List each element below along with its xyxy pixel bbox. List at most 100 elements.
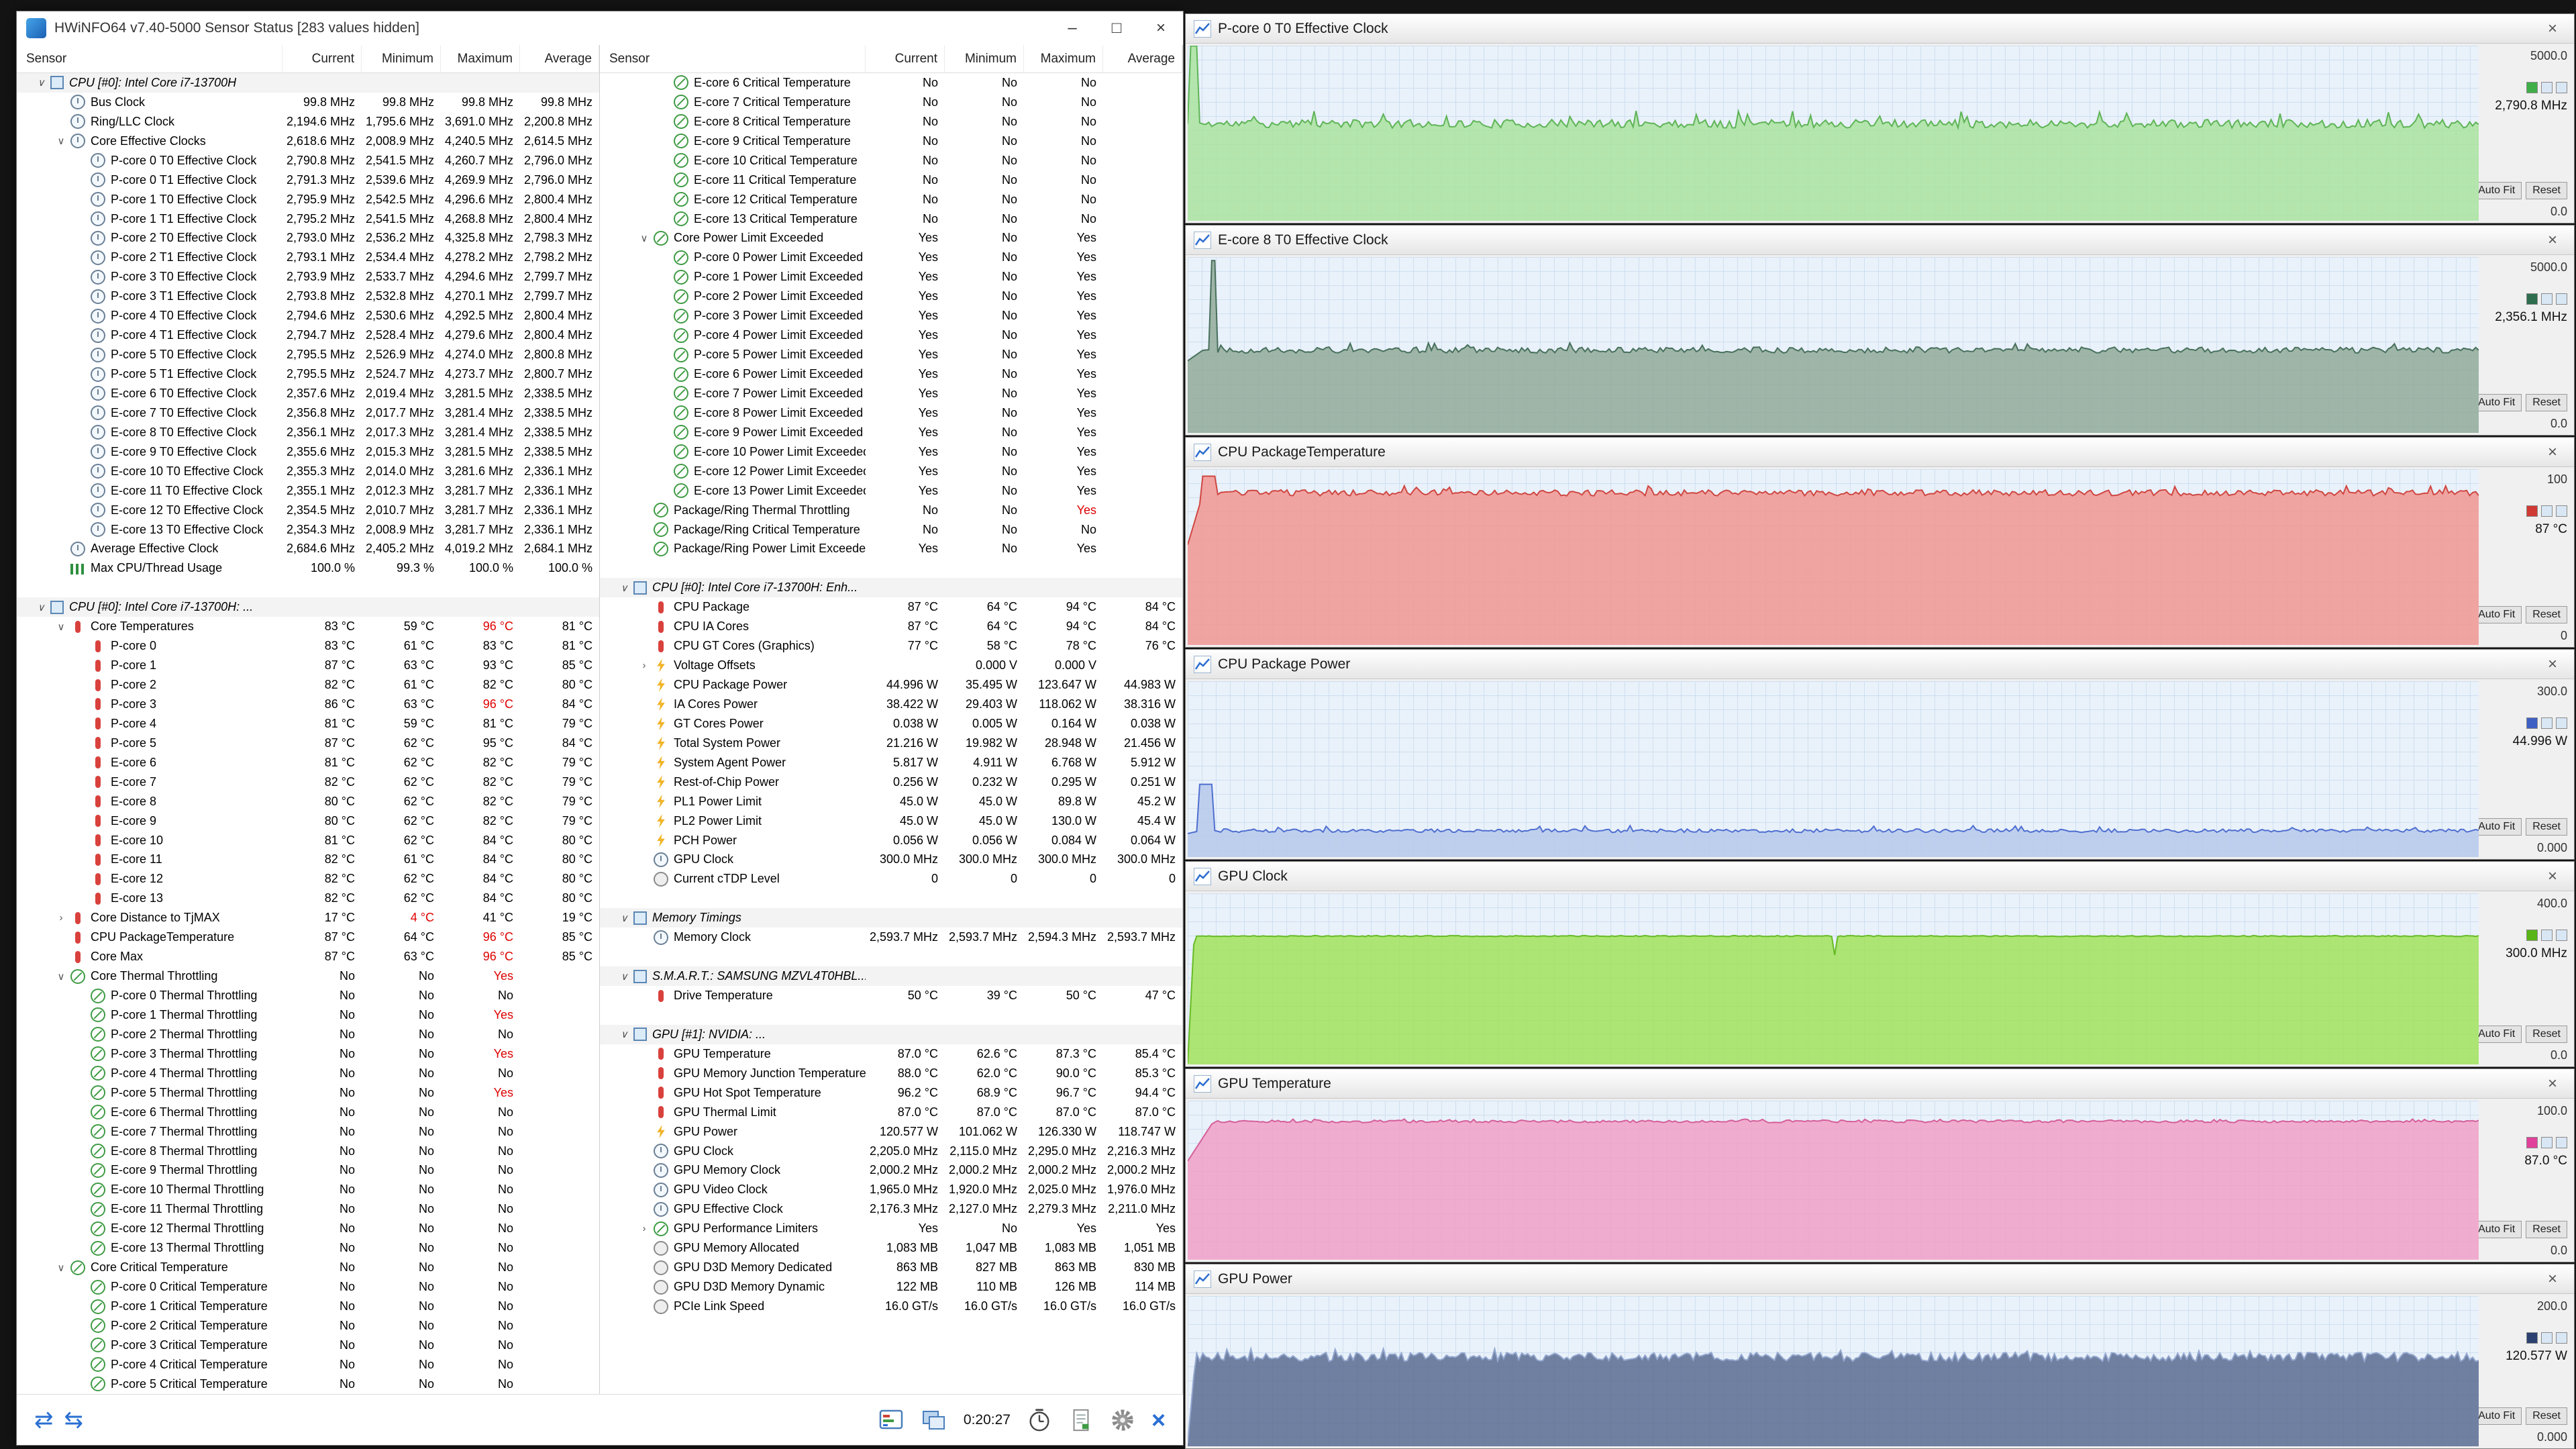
sensor-row[interactable]: GPU Thermal Limit 87.0 °C 87.0 °C 87.0 °C 87…	[600, 1103, 1182, 1122]
sensor-row[interactable]: GPU Clock 300.0 MHz 300.0 MHz 300.0 MHz 300.…	[600, 850, 1182, 870]
graph-titlebar[interactable]: CPU PackageTemperature ×	[1186, 438, 2574, 467]
sensor-row[interactable]: P-core 5 Thermal Throttling No No Yes	[17, 1083, 599, 1103]
sensor-row[interactable]: P-core 2 82 °C 61 °C 82 °C 80 °C	[17, 675, 599, 695]
sensor-row[interactable]: P-core 1 T1 Effective Clock 2,795.2 MHz 2,…	[17, 209, 599, 229]
close-icon[interactable]: ×	[2539, 1075, 2566, 1093]
reset-button[interactable]: Reset	[2526, 182, 2567, 199]
sensor-row[interactable]: P-core 4 Thermal Throttling No No No	[17, 1064, 599, 1083]
sensor-row[interactable]: E-core 10 Thermal Throttling No No No	[17, 1180, 599, 1199]
sensor-row[interactable]: Package/Ring Power Limit Exceeded Yes No Ye…	[600, 540, 1182, 559]
sensor-row[interactable]: E-core 9 80 °C 62 °C 82 °C 79 °C	[17, 811, 599, 831]
sensor-row[interactable]: E-core 10 Critical Temperature No No No	[600, 151, 1182, 170]
graph-titlebar[interactable]: E-core 8 T0 Effective Clock ×	[1186, 226, 2574, 255]
column-header-average[interactable]: Average	[520, 45, 599, 72]
close-button[interactable]: ×	[1139, 11, 1183, 45]
sensor-row[interactable]: CPU IA Cores 87 °C 64 °C 94 °C 84 °C	[600, 617, 1182, 636]
sensor-row[interactable]: E-core 6 Critical Temperature No No No	[600, 73, 1182, 93]
collapse-arrow-icon[interactable]: ∨	[52, 621, 70, 633]
sensor-row[interactable]: P-core 5 Critical Temperature No No No	[17, 1375, 599, 1394]
sensor-row[interactable]: E-core 10 T0 Effective Clock 2,355.3 MHz 2…	[17, 462, 599, 481]
sensor-row[interactable]: ∨ Core Critical Temperature No No No	[17, 1258, 599, 1277]
legend-swatch[interactable]	[2556, 505, 2567, 517]
graph-titlebar[interactable]: GPU Temperature ×	[1186, 1069, 2574, 1099]
close-icon[interactable]: ×	[2539, 867, 2566, 886]
sensor-row[interactable]: E-core 11 T0 Effective Clock 2,355.1 MHz 2…	[17, 481, 599, 501]
collapse-arrow-icon[interactable]: ∨	[635, 232, 654, 244]
sensor-settings-icon[interactable]	[878, 1407, 905, 1434]
sensor-row[interactable]: P-core 5 87 °C 62 °C 95 °C 84 °C	[17, 734, 599, 753]
sensor-group-header[interactable]: ∨ CPU [#0]: Intel Core i7-13700H: ...	[17, 597, 599, 617]
sensor-row[interactable]: E-core 12 Critical Temperature No No No	[600, 190, 1182, 209]
sensor-row[interactable]: GPU D3D Memory Dynamic 122 MB 110 MB 126 MB…	[600, 1277, 1182, 1297]
sensor-group-header[interactable]: ∨ GPU [#1]: NVIDIA: ...	[600, 1024, 1182, 1044]
sensor-row[interactable]: E-core 9 T0 Effective Clock 2,355.6 MHz 2,…	[17, 442, 599, 462]
sensor-row[interactable]: E-core 8 Critical Temperature No No No	[600, 112, 1182, 132]
sensor-row[interactable]: Package/Ring Thermal Throttling No No Yes	[600, 501, 1182, 520]
sensor-row[interactable]: P-core 2 Thermal Throttling No No No	[17, 1025, 599, 1044]
stopwatch-icon[interactable]	[1027, 1407, 1052, 1433]
sensor-row[interactable]: P-core 0 T0 Effective Clock 2,790.8 MHz 2,…	[17, 151, 599, 170]
sensor-row[interactable]: E-core 12 82 °C 62 °C 84 °C 80 °C	[17, 869, 599, 889]
sensor-row[interactable]: Ring/LLC Clock 2,194.6 MHz 1,795.6 MHz 3,69…	[17, 112, 599, 132]
sensor-row[interactable]: P-core 0 83 °C 61 °C 83 °C 81 °C	[17, 636, 599, 656]
expand-arrow-icon[interactable]: ›	[635, 1223, 654, 1234]
sensor-row[interactable]: GPU Hot Spot Temperature 96.2 °C 68.9 °C 96…	[600, 1083, 1182, 1103]
sensor-row[interactable]: E-core 7 82 °C 62 °C 82 °C 79 °C	[17, 772, 599, 792]
legend-swatch[interactable]	[2541, 293, 2553, 305]
sensor-row[interactable]: E-core 11 Critical Temperature No No No	[600, 170, 1182, 190]
legend-swatch[interactable]	[2541, 717, 2553, 729]
sensor-row[interactable]: P-core 1 T0 Effective Clock 2,795.9 MHz 2,…	[17, 190, 599, 209]
sensor-row[interactable]: E-core 9 Thermal Throttling No No No	[17, 1161, 599, 1181]
sensor-row[interactable]: P-core 4 Critical Temperature No No No	[17, 1355, 599, 1375]
sensor-row[interactable]: E-core 11 82 °C 61 °C 84 °C 80 °C	[17, 850, 599, 870]
maximize-button[interactable]: □	[1094, 11, 1139, 45]
sensor-row[interactable]: GPU D3D Memory Dedicated 863 MB 827 MB 863 …	[600, 1258, 1182, 1277]
sensor-row[interactable]: P-core 4 T1 Effective Clock 2,794.7 MHz 2,…	[17, 326, 599, 345]
legend-swatch[interactable]	[2541, 505, 2553, 517]
sensor-row[interactable]: P-core 0 Power Limit Exceeded Yes No Yes	[600, 248, 1182, 267]
sensor-row[interactable]: GPU Power 120.577 W 101.062 W 126.330 W 118.…	[600, 1122, 1182, 1142]
column-header-minimum[interactable]: Minimum	[362, 45, 441, 72]
collapse-arrow-icon[interactable]: ∨	[52, 135, 70, 147]
sensor-row[interactable]: E-core 11 Thermal Throttling No No No	[17, 1199, 599, 1219]
sensor-row[interactable]: Rest-of-Chip Power 0.256 W 0.232 W 0.295 W 0…	[600, 772, 1182, 792]
minimize-button[interactable]: –	[1050, 11, 1094, 45]
sensor-row[interactable]: E-core 13 Critical Temperature No No No	[600, 209, 1182, 229]
sensor-row[interactable]: P-core 1 87 °C 63 °C 93 °C 85 °C	[17, 656, 599, 675]
sensor-row[interactable]: E-core 9 Critical Temperature No No No	[600, 132, 1182, 151]
sensor-row[interactable]: GPU Temperature 87.0 °C 62.6 °C 87.3 °C 85.4…	[600, 1044, 1182, 1064]
graph-titlebar[interactable]: CPU Package Power ×	[1186, 650, 2574, 679]
sensor-row[interactable]: E-core 12 Thermal Throttling No No No	[17, 1219, 599, 1238]
sensor-row[interactable]: Max CPU/Thread Usage 100.0 % 99.3 % 100.0 %…	[17, 558, 599, 578]
swap-panels-icon[interactable]: ⇆	[64, 1409, 84, 1432]
legend-swatch[interactable]	[2556, 717, 2567, 729]
sensor-row[interactable]: P-core 2 Power Limit Exceeded Yes No Yes	[600, 287, 1182, 306]
sensor-row[interactable]: P-core 2 T1 Effective Clock 2,793.1 MHz 2,…	[17, 248, 599, 267]
sensor-row[interactable]: E-core 12 T0 Effective Clock 2,354.5 MHz 2…	[17, 501, 599, 520]
legend-swatch[interactable]	[2541, 1137, 2553, 1148]
sensor-row[interactable]: Average Effective Clock 2,684.6 MHz 2,405.…	[17, 540, 599, 559]
sensor-row[interactable]: E-core 13 Thermal Throttling No No No	[17, 1238, 599, 1258]
sensor-row[interactable]: E-core 9 Power Limit Exceeded Yes No Yes	[600, 423, 1182, 442]
reset-button[interactable]: Reset	[2526, 1026, 2567, 1043]
sensor-row[interactable]: CPU GT Cores (Graphics) 77 °C 58 °C 78 °C 76…	[600, 636, 1182, 656]
sensor-row[interactable]: CPU Package Power 44.996 W 35.495 W 123.647…	[600, 675, 1182, 695]
sensor-row[interactable]: GPU Video Clock 1,965.0 MHz 1,920.0 MHz 2,0…	[600, 1180, 1182, 1199]
column-header-sensor[interactable]: Sensor	[600, 45, 866, 72]
sensor-row[interactable]: Drive Temperature 50 °C 39 °C 50 °C 47 °C	[600, 986, 1182, 1005]
close-icon[interactable]: ×	[2539, 1270, 2566, 1289]
window-titlebar[interactable]: HWiNFO64 v7.40-5000 Sensor Status [283 v…	[17, 11, 1183, 45]
sensor-row[interactable]: PCIe Link Speed 16.0 GT/s 16.0 GT/s 16.0 GT…	[600, 1297, 1182, 1316]
sensor-row[interactable]: › Core Distance to TjMAX 17 °C 4 °C 41 °C 19 …	[17, 908, 599, 928]
column-header-average[interactable]: Average	[1103, 45, 1182, 72]
legend-swatch[interactable]	[2541, 930, 2553, 941]
auto-fit-button[interactable]: Auto Fit	[2471, 1026, 2522, 1043]
reset-button[interactable]: Reset	[2526, 818, 2567, 836]
collapse-arrow-icon[interactable]: ∨	[52, 970, 70, 983]
collapse-arrow-icon[interactable]: ∨	[52, 1262, 70, 1274]
legend-swatch[interactable]	[2526, 930, 2538, 941]
sensor-row[interactable]: GPU Memory Junction Temperature 88.0 °C 62…	[600, 1064, 1182, 1083]
auto-fit-button[interactable]: Auto Fit	[2471, 394, 2522, 411]
sensor-row[interactable]: P-core 0 Critical Temperature No No No	[17, 1277, 599, 1297]
sensor-row[interactable]: P-core 4 T0 Effective Clock 2,794.6 MHz 2,…	[17, 306, 599, 326]
